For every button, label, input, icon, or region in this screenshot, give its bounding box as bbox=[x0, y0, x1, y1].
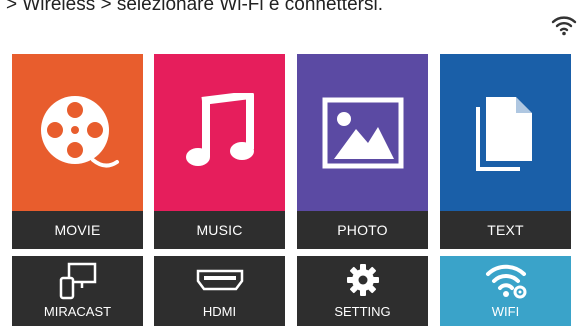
film-reel-icon bbox=[40, 95, 119, 167]
music-label: MUSIC bbox=[154, 211, 285, 249]
wifi-tile[interactable]: WIFI bbox=[440, 256, 571, 326]
miracast-label: MIRACAST bbox=[43, 304, 112, 319]
photo-label: PHOTO bbox=[297, 211, 428, 249]
screen-mirror-icon bbox=[59, 262, 96, 300]
miracast-tile[interactable]: MIRACAST bbox=[12, 256, 143, 326]
text-tile[interactable]: TEXT bbox=[440, 54, 571, 249]
hdmi-port-icon bbox=[196, 269, 243, 291]
wifi-label: WIFI bbox=[491, 304, 520, 319]
wifi-settings-icon bbox=[485, 264, 526, 299]
setting-tile[interactable]: SETTING bbox=[297, 256, 428, 326]
setting-label: SETTING bbox=[334, 304, 391, 319]
document-icon bbox=[475, 96, 532, 171]
hdmi-label: HDMI bbox=[202, 304, 237, 319]
hdmi-tile[interactable]: HDMI bbox=[154, 256, 285, 326]
photo-tile[interactable]: PHOTO bbox=[297, 54, 428, 249]
instruction-text: > Wireless > selezionare Wi-Fi e connett… bbox=[6, 0, 383, 15]
music-tile[interactable]: MUSIC bbox=[154, 54, 285, 249]
music-note-icon bbox=[185, 92, 254, 166]
gear-icon bbox=[346, 264, 379, 296]
image-icon bbox=[322, 97, 403, 168]
wifi-status-icon bbox=[551, 16, 577, 36]
movie-tile[interactable]: MOVIE bbox=[12, 54, 143, 249]
text-label: TEXT bbox=[440, 211, 571, 249]
movie-label: MOVIE bbox=[12, 211, 143, 249]
